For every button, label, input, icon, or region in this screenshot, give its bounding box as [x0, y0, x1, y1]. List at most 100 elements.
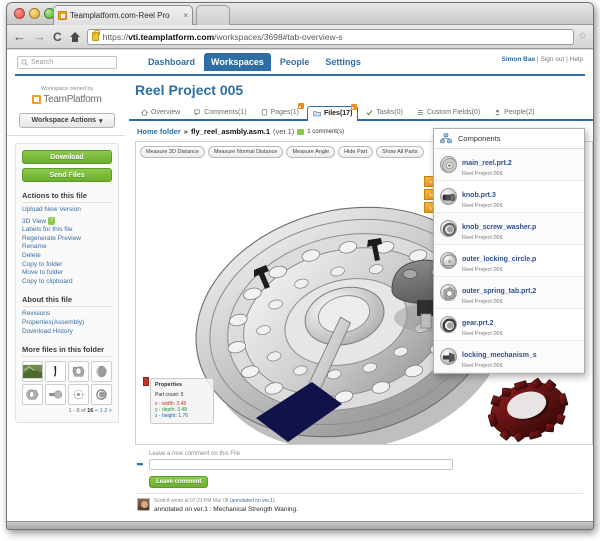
properties-title: Properties [155, 382, 183, 388]
menu-item-people[interactable]: People [273, 53, 317, 71]
pager-page-1[interactable]: 1 [100, 408, 103, 414]
list-icon [417, 110, 423, 115]
component-thumbnail-icon [440, 284, 457, 301]
window-controls[interactable] [14, 8, 55, 19]
download-button[interactable]: Download [22, 150, 112, 164]
breadcrumb-separator: » [183, 127, 188, 136]
comment-prompt-label: Leave a new comment on this File [149, 451, 241, 457]
components-title: Components [458, 134, 501, 143]
help-badge-icon[interactable]: ? [48, 216, 55, 226]
component-row[interactable]: locking_mechanism_s Reel Project 005 [434, 341, 584, 373]
sep-1: | [536, 56, 539, 63]
comment-input[interactable] [149, 459, 453, 470]
comment-annotation-link[interactable]: (annotated on ver.1) [230, 498, 275, 504]
close-tab-icon[interactable]: × [183, 11, 188, 20]
component-row[interactable]: knob_screw_washer.p Reel Project 005 [434, 213, 584, 245]
components-dropdown[interactable]: Components main_reel.prt.2 Reel Project … [433, 128, 585, 374]
component-workspace: Reel Project 005 [462, 299, 503, 305]
rss-icon[interactable] [351, 104, 358, 110]
search-input[interactable]: Search [17, 55, 117, 69]
about-download-history[interactable]: Download History [22, 328, 112, 337]
file-thumbnail[interactable] [45, 384, 66, 406]
breadcrumb-comment-count[interactable]: 1 comment(s) [307, 129, 344, 135]
menu-item-settings[interactable]: Settings [318, 53, 368, 71]
component-name: outer_spring_tab.prt.2 [462, 288, 537, 295]
menu-item-dashboard[interactable]: Dashboard [141, 53, 202, 71]
close-window-button[interactable] [14, 8, 25, 19]
action-3d-view[interactable]: 3D View [22, 218, 46, 225]
action-upload-new-version[interactable]: Upload New Version [22, 206, 112, 215]
component-workspace: Reel Project 005 [462, 267, 503, 273]
forward-icon[interactable]: → [33, 30, 46, 43]
component-row[interactable]: gear.prt.2 Reel Project 005 [434, 309, 584, 341]
reload-icon[interactable]: C [53, 31, 62, 43]
file-thumbnail[interactable] [22, 384, 43, 406]
main-menu: Dashboard Workspaces People Settings [141, 53, 368, 71]
measure-angle-button[interactable]: Measure Angle [286, 146, 336, 158]
action-move-to-folder[interactable]: Move to folder [22, 269, 112, 278]
z-height-label: z - height: [155, 413, 177, 419]
tab-tasks[interactable]: Tasks(0) [360, 105, 408, 119]
comment-item: Scott A wrote at 07:21 PM Mar 08 (annota… [135, 498, 593, 513]
action-copy-to-folder[interactable]: Copy to folder [22, 261, 112, 270]
show-all-parts-button[interactable]: Show All Parts [376, 146, 424, 158]
user-name[interactable]: Simon Bae [502, 56, 536, 63]
signout-link[interactable]: Sign out [540, 56, 564, 63]
component-name: knob_screw_washer.p [462, 224, 537, 231]
send-files-button[interactable]: Send Files [22, 168, 112, 182]
breadcrumb-home-folder[interactable]: Home folder [137, 127, 181, 136]
avatar [137, 498, 150, 511]
leave-comment-button[interactable]: Leave comment [149, 476, 209, 488]
pager-prev[interactable]: < [95, 408, 98, 414]
tab-people[interactable]: People(2) [488, 105, 540, 119]
address-bar[interactable]: https:// vti.teamplatform.com /workspace… [86, 28, 575, 45]
chevron-down-icon: ▾ [99, 117, 103, 125]
action-delete[interactable]: Delete [22, 252, 112, 261]
component-row[interactable]: main_reel.prt.2 Reel Project 005 [434, 149, 584, 181]
action-copy-to-clipboard[interactable]: Copy to clipboard [22, 278, 112, 287]
component-row[interactable]: knob.prt.3 Reel Project 005 [434, 181, 584, 213]
annotation-pin-icon [143, 377, 149, 386]
measure-normal-distance-button[interactable]: Measure Normal Distance [207, 146, 284, 158]
home-icon [141, 109, 148, 116]
pager-page-2[interactable]: 2 [104, 408, 107, 414]
file-thumbnail[interactable] [91, 384, 112, 406]
browser-tab[interactable]: Teamplatform.com-Reel Pro × [53, 5, 193, 25]
action-rename[interactable]: Rename [22, 243, 112, 252]
help-link[interactable]: Help [570, 56, 583, 63]
rss-icon[interactable] [298, 103, 304, 109]
file-thumbnail[interactable] [22, 361, 43, 383]
new-tab-button[interactable] [196, 5, 230, 25]
file-thumbnail[interactable] [91, 361, 112, 383]
minimize-window-button[interactable] [29, 8, 40, 19]
pager-next[interactable]: > [109, 408, 112, 414]
file-thumbnail[interactable] [68, 361, 89, 383]
tab-pages[interactable]: Pages(1) [255, 103, 305, 119]
component-row[interactable]: outer_spring_tab.prt.2 Reel Project 005 [434, 277, 584, 309]
tab-label: Comments(1) [204, 109, 247, 116]
tab-overview[interactable]: Overview [135, 105, 186, 119]
components-header: Components [434, 129, 584, 149]
about-revisions[interactable]: Revisions [22, 310, 112, 319]
about-properties[interactable]: Properties(Assembly) [22, 319, 112, 328]
workspace-actions-button[interactable]: Workspace Actions ▾ [19, 113, 115, 128]
check-icon [366, 110, 373, 116]
file-thumbnail[interactable] [45, 361, 66, 383]
file-thumbnail[interactable] [68, 384, 89, 406]
sep-2: | [566, 56, 568, 63]
hide-part-button[interactable]: Hide Part [338, 146, 374, 158]
action-labels-for-this-file[interactable]: Labels for this file [22, 226, 112, 235]
component-row[interactable]: outer_locking_circle.p Reel Project 005 [434, 245, 584, 277]
tab-files[interactable]: Files(17) [307, 104, 359, 121]
component-thumbnail-icon [440, 156, 457, 173]
measure-3d-distance-button[interactable]: Measure 3D Distance [140, 146, 205, 158]
tab-custom-fields[interactable]: Custom Fields(0) [411, 105, 486, 119]
comment-count-icon [297, 128, 305, 135]
home-icon[interactable] [69, 31, 81, 43]
menu-item-workspaces[interactable]: Workspaces [204, 53, 271, 71]
action-regenerate-preview[interactable]: Regenerate Preview [22, 235, 112, 244]
back-icon[interactable]: ← [13, 30, 26, 43]
screenshot-root: Teamplatform.com-Reel Pro × ← → C https:… [0, 0, 600, 541]
tab-comments[interactable]: Comments(1) [188, 105, 252, 119]
bookmark-star-icon[interactable]: ☆ [578, 31, 587, 42]
